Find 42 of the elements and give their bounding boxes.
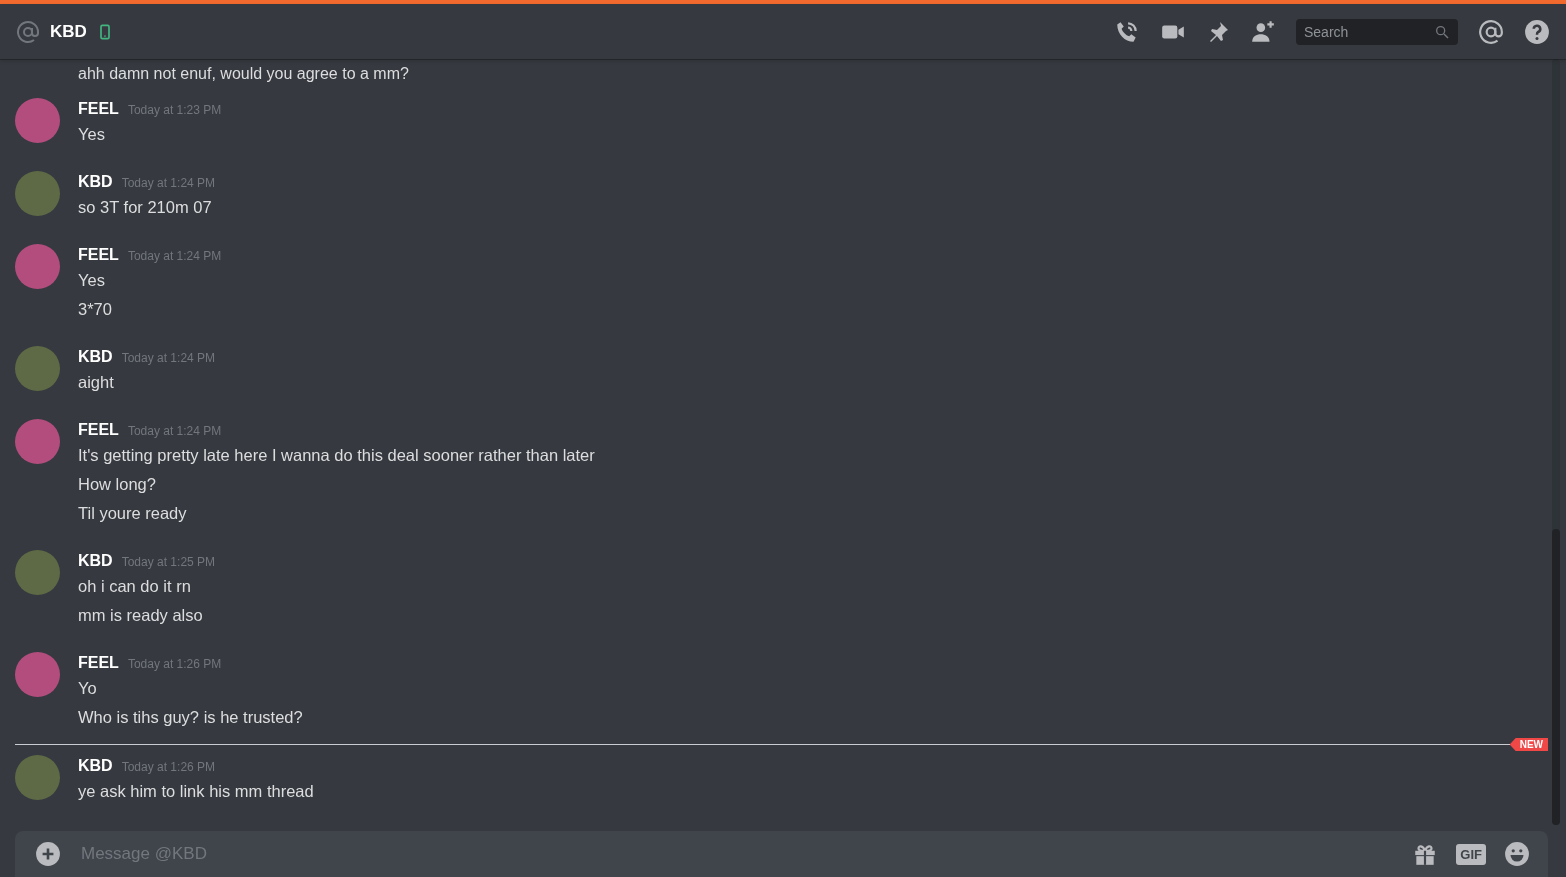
gif-button[interactable]: GIF [1456, 843, 1486, 865]
message-text: oh i can do it rn [78, 577, 191, 595]
message-text: Yes [78, 271, 105, 289]
help-icon[interactable] [1524, 18, 1550, 45]
author-name[interactable]: KBD [78, 348, 113, 366]
author-name[interactable]: KBD [78, 757, 113, 775]
message-text: Yes [78, 125, 105, 143]
message-text: Til youre ready [78, 504, 187, 522]
search-field[interactable]: Search [1296, 18, 1458, 45]
message-text: mm is ready also [78, 606, 203, 624]
author-name[interactable]: KBD [78, 552, 113, 570]
author-name[interactable]: FEEL [78, 421, 119, 439]
timestamp: Today at 1:24 PM [121, 176, 216, 190]
timestamp: Today at 1:25 PM [121, 555, 216, 569]
plus-icon[interactable] [35, 841, 61, 867]
add-person-icon[interactable] [1250, 18, 1276, 45]
message-text: so 3T for 210m 07 [78, 198, 212, 216]
at-sign-icon [16, 19, 40, 44]
message-text: Yo [78, 679, 97, 697]
timestamp: Today at 1:23 PM [127, 103, 222, 117]
message-text: Who is tihs guy? is he trusted? [78, 708, 303, 726]
smiley-face-icon[interactable] [1504, 841, 1530, 867]
timestamp: Today at 1:26 PM [121, 760, 216, 774]
message-text: ahh damn not enuf, would you agree to a mm? [78, 65, 409, 82]
message-text: aight [78, 373, 114, 391]
author-name[interactable]: FEEL [78, 100, 119, 118]
author-name[interactable]: KBD [78, 173, 113, 191]
message-text: It's getting pretty late here I wanna do this deal sooner rather than later [78, 446, 595, 464]
timestamp: Today at 1:24 PM [127, 424, 222, 438]
search-icon [1434, 23, 1450, 40]
at-sign-icon[interactable] [1478, 18, 1504, 45]
timestamp: Today at 1:24 PM [121, 351, 216, 365]
timestamp: Today at 1:26 PM [127, 657, 222, 671]
message-text: 3*70 [78, 300, 112, 318]
message-text: ye ask him to link his mm thread [78, 782, 314, 800]
author-name[interactable]: FEEL [78, 654, 119, 672]
scrollbar-thumb[interactable] [1552, 529, 1560, 825]
timestamp: Today at 1:24 PM [127, 249, 222, 263]
message-text: How long? [78, 475, 156, 493]
author-name[interactable]: FEEL [78, 246, 119, 264]
new-badge: NEW [1509, 738, 1548, 751]
channel-title: KBD [50, 21, 87, 42]
